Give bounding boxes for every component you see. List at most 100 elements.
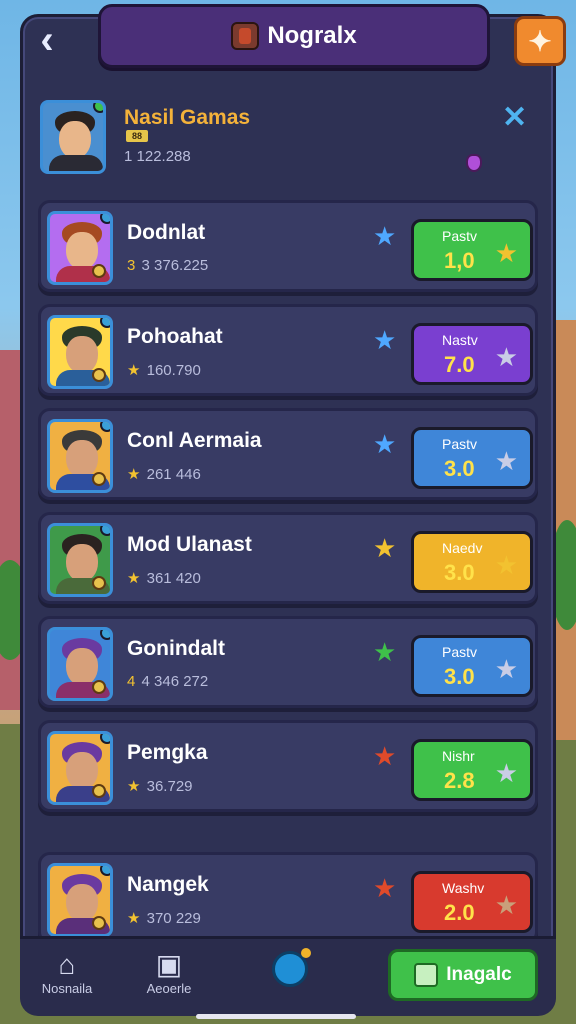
ticket-icon (414, 963, 439, 987)
player-avatar[interactable] (47, 731, 113, 805)
profile-tag: 88 (126, 130, 148, 142)
player-avatar[interactable] (47, 315, 113, 389)
box-icon: ▣ (155, 949, 183, 980)
score-button-label: Nastv (442, 332, 478, 348)
button-star-icon: ★ (494, 238, 518, 268)
player-row[interactable]: Pohoahat ★ 160.790 ★ Nastv 7.0 ★ (38, 304, 538, 396)
profile-card: Nasil Gamas 88 1 122.288 ✕ (38, 96, 538, 186)
score-button-value: 3.0 (444, 456, 475, 481)
settings-badge-icon[interactable]: ✦ (514, 16, 566, 66)
rating-star-icon: ★ (373, 637, 397, 667)
coin-icon (92, 368, 106, 382)
score-button-value: 2.0 (444, 900, 475, 925)
cta-button[interactable]: Inagalc (388, 949, 538, 1001)
game-logo-icon (231, 22, 260, 50)
player-row[interactable]: Pemgka ★ 36.729 ★ Nishr 2.8 ★ (38, 720, 538, 812)
coin-icon (92, 264, 106, 278)
score-button-value: 3.0 (444, 664, 475, 689)
coin-icon (92, 680, 106, 694)
score-star-icon: ★ (127, 570, 141, 587)
player-score: ★ 361 420 (127, 569, 201, 587)
profile-avatar[interactable] (40, 100, 106, 174)
player-name: Pemgka (127, 741, 208, 764)
score-button-label: Washv (442, 880, 485, 896)
player-score: ★ 36.729 (127, 777, 193, 795)
score-button-label: Nishr (442, 748, 475, 764)
player-score: ★ 261 446 (127, 465, 201, 483)
page-title: Nogralx (267, 22, 357, 49)
player-score-value: 4 346 272 (141, 673, 209, 690)
player-score-value: 3 376.225 (141, 257, 209, 274)
nav-second-label: Aeoerle (146, 981, 192, 996)
player-avatar[interactable] (47, 863, 113, 937)
rank-badge-icon (100, 318, 110, 328)
nav-home[interactable]: ⌂ Nosnaila (22, 949, 112, 996)
player-row[interactable]: Namgek ★ 370 229 ★ Washv 2.0 ★ (38, 852, 538, 944)
back-chevron-icon[interactable]: ‹ (22, 18, 72, 64)
score-star-icon: ★ (127, 362, 141, 379)
score-button-label: Pastv (442, 228, 478, 244)
score-button[interactable]: Pastv 3.0 ★ (411, 635, 533, 697)
score-button[interactable]: Nastv 7.0 ★ (411, 323, 533, 385)
rank-badge-icon (100, 214, 110, 224)
rank-badge-icon (100, 630, 110, 640)
online-badge-icon (93, 103, 103, 113)
rating-star-icon: ★ (373, 873, 397, 903)
player-row[interactable]: Gonindalt 4 4 346 272 ★ Pastv 3.0 ★ (38, 616, 538, 708)
score-button-value: 2.8 (444, 768, 475, 793)
home-indicator[interactable] (196, 1014, 356, 1019)
rank-badge-icon (100, 866, 110, 876)
score-button[interactable]: Pastv 3.0 ★ (411, 427, 533, 489)
player-name: Dodnlat (127, 221, 206, 244)
score-button-label: Pastv (442, 436, 478, 452)
player-score: 4 4 346 272 (127, 673, 208, 690)
profile-name: Nasil Gamas (124, 106, 251, 129)
nav-home-label: Nosnaila (41, 981, 93, 996)
rating-star-icon: ★ (373, 533, 397, 563)
rating-star-icon: ★ (373, 221, 397, 251)
title-bar: Nogralx (98, 4, 490, 68)
rank-badge-icon (100, 422, 110, 432)
button-star-icon: ★ (494, 550, 518, 580)
score-button-label: Naedv (442, 540, 483, 556)
score-button[interactable]: Pastv 1,0 ★ (411, 219, 533, 281)
rating-star-icon: ★ (373, 429, 397, 459)
rank-badge-icon (100, 734, 110, 744)
center-orb-icon[interactable] (272, 948, 311, 987)
button-star-icon: ★ (494, 342, 518, 372)
score-star-icon: ★ (127, 778, 141, 795)
score-star-icon: ★ (127, 910, 141, 927)
player-row[interactable]: Conl Aermaia ★ 261 446 ★ Pastv 3.0 ★ (38, 408, 538, 500)
player-avatar[interactable] (47, 419, 113, 493)
button-star-icon: ★ (494, 446, 518, 476)
player-avatar[interactable] (47, 523, 113, 597)
player-row[interactable]: Mod Ulanast ★ 361 420 ★ Naedv 3.0 ★ (38, 512, 538, 604)
close-icon[interactable]: ✕ (502, 100, 527, 135)
button-star-icon: ★ (494, 758, 518, 788)
button-star-icon: ★ (494, 654, 518, 684)
score-star-icon: ★ (127, 466, 141, 483)
score-button[interactable]: Nishr 2.8 ★ (411, 739, 533, 801)
player-avatar[interactable] (47, 627, 113, 701)
gem-icon (466, 154, 482, 172)
player-row[interactable]: Dodnlat 3 3 376.225 ★ Pastv 1,0 ★ (38, 200, 538, 292)
player-score-value: 36.729 (146, 778, 193, 795)
player-score-value: 370 229 (146, 910, 201, 927)
player-score-value: 160.790 (146, 362, 201, 379)
player-name: Gonindalt (127, 637, 225, 660)
cta-label: Inagalc (446, 964, 512, 985)
score-star-icon: 3 (127, 257, 136, 274)
player-score-value: 261 446 (146, 466, 201, 483)
coin-icon (92, 916, 106, 930)
score-button[interactable]: Washv 2.0 ★ (411, 871, 533, 933)
player-score: ★ 370 229 (127, 909, 201, 927)
score-button-value: 7.0 (444, 352, 475, 377)
player-name: Pohoahat (127, 325, 223, 348)
score-button[interactable]: Naedv 3.0 ★ (411, 531, 533, 593)
score-star-icon: 4 (127, 673, 136, 690)
score-button-value: 3.0 (444, 560, 475, 585)
player-name: Namgek (127, 873, 209, 896)
nav-second[interactable]: ▣ Aeoerle (124, 949, 214, 996)
button-star-icon: ★ (494, 890, 518, 920)
player-avatar[interactable] (47, 211, 113, 285)
